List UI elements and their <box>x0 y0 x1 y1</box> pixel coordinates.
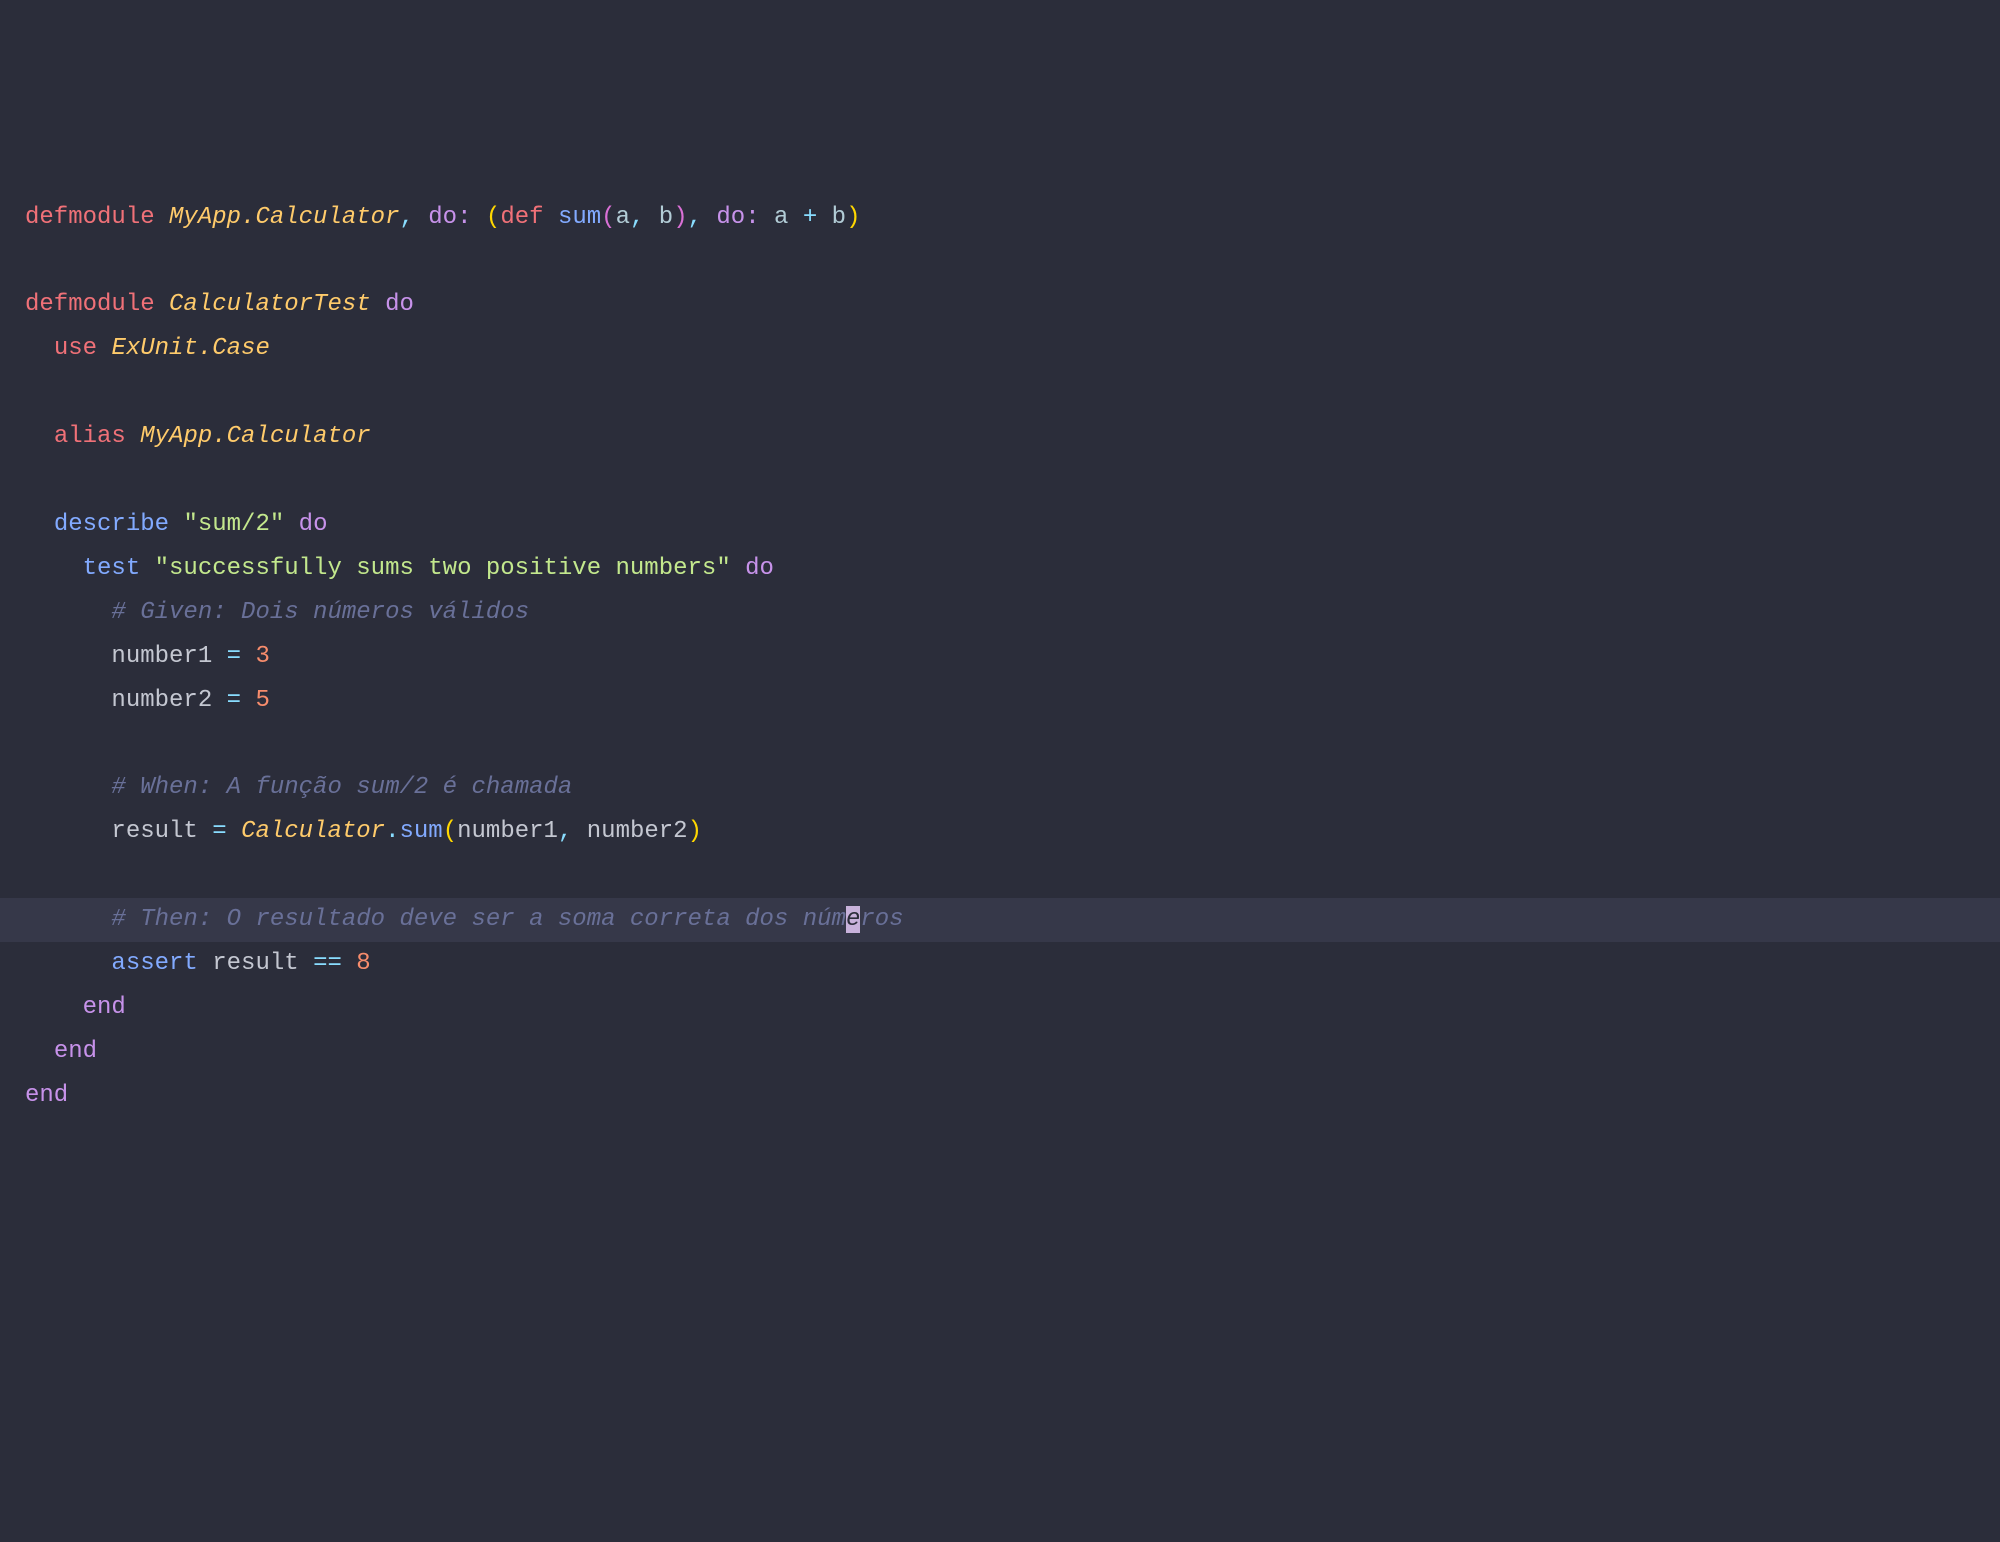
code-line-4: use ExUnit.Case <box>25 327 1975 371</box>
code-line-18: assert result == 8 <box>25 942 1975 986</box>
keyword-assert: assert <box>111 950 197 977</box>
keyword-end: end <box>25 1082 68 1109</box>
variable: number2 <box>111 687 212 714</box>
keyword-end: end <box>54 1038 97 1065</box>
code-line-blank <box>25 854 1975 898</box>
module-name: Calculator <box>241 818 385 845</box>
function-name: sum <box>558 204 601 231</box>
number-literal: 8 <box>356 950 370 977</box>
code-line-blank <box>25 723 1975 767</box>
paren-open: ( <box>443 818 457 845</box>
number-literal: 5 <box>255 687 269 714</box>
arg: number2 <box>587 818 688 845</box>
text-cursor: e <box>846 906 860 933</box>
module-name: MyApp.Calculator <box>140 423 370 450</box>
keyword-do: do: <box>428 204 471 231</box>
code-line-21: end <box>25 1074 1975 1118</box>
param-a: a <box>616 204 630 231</box>
operator-eq: = <box>212 818 226 845</box>
paren-open: ( <box>486 204 500 231</box>
variable: result <box>111 818 197 845</box>
code-line-8: describe "sum/2" do <box>25 503 1975 547</box>
arg: number1 <box>457 818 558 845</box>
code-line-12: number2 = 5 <box>25 679 1975 723</box>
variable: number1 <box>111 643 212 670</box>
code-line-blank <box>25 459 1975 503</box>
comment: # Given: Dois números válidos <box>111 599 529 626</box>
keyword-describe: describe <box>54 511 169 538</box>
comment-pre: # Then: O resultado deve ser a soma corr… <box>111 906 846 933</box>
paren-open: ( <box>601 204 615 231</box>
code-line-20: end <box>25 1030 1975 1074</box>
keyword-def: def <box>500 204 543 231</box>
variable: result <box>212 950 298 977</box>
keyword-end: end <box>83 994 126 1021</box>
keyword-test: test <box>83 555 141 582</box>
code-line-10: # Given: Dois números válidos <box>25 591 1975 635</box>
code-line-1: defmodule MyApp.Calculator, do: (def sum… <box>25 196 1975 240</box>
string-literal: "sum/2" <box>183 511 284 538</box>
function-name: sum <box>400 818 443 845</box>
var-b: b <box>832 204 846 231</box>
keyword-alias: alias <box>54 423 126 450</box>
code-editor[interactable]: defmodule MyApp.Calculator, do: (def sum… <box>25 196 1975 1118</box>
keyword-defmodule: defmodule <box>25 291 155 318</box>
comma: , <box>399 204 413 231</box>
operator-plus: + <box>803 204 817 231</box>
string-literal: "successfully sums two positive numbers" <box>155 555 731 582</box>
code-line-17-highlighted: # Then: O resultado deve ser a soma corr… <box>0 898 2000 942</box>
code-line-15: result = Calculator.sum(number1, number2… <box>25 810 1975 854</box>
comment: # When: A função sum/2 é chamada <box>111 774 572 801</box>
comma: , <box>558 818 572 845</box>
paren-close: ) <box>673 204 687 231</box>
dot: . <box>385 818 399 845</box>
keyword-use: use <box>54 335 97 362</box>
keyword-do: do: <box>716 204 759 231</box>
operator-eq: = <box>227 643 241 670</box>
code-line-6: alias MyApp.Calculator <box>25 415 1975 459</box>
operator-eq: = <box>227 687 241 714</box>
operator-eq: == <box>313 950 342 977</box>
keyword-do: do <box>299 511 328 538</box>
number-literal: 3 <box>255 643 269 670</box>
paren-close: ) <box>688 818 702 845</box>
code-line-3: defmodule CalculatorTest do <box>25 283 1975 327</box>
code-line-11: number1 = 3 <box>25 635 1975 679</box>
comma: , <box>688 204 702 231</box>
keyword-do: do <box>745 555 774 582</box>
param-b: b <box>659 204 673 231</box>
code-line-14: # When: A função sum/2 é chamada <box>25 766 1975 810</box>
comma: , <box>630 204 644 231</box>
code-line-19: end <box>25 986 1975 1030</box>
module-name: CalculatorTest <box>169 291 371 318</box>
var-a: a <box>774 204 788 231</box>
keyword-defmodule: defmodule <box>25 204 155 231</box>
module-name: MyApp.Calculator <box>169 204 399 231</box>
keyword-do: do <box>385 291 414 318</box>
paren-close: ) <box>846 204 860 231</box>
code-line-blank <box>25 371 1975 415</box>
code-line-9: test "successfully sums two positive num… <box>25 547 1975 591</box>
code-line-blank <box>25 240 1975 284</box>
module-name: ExUnit.Case <box>111 335 269 362</box>
comment-post: ros <box>860 906 903 933</box>
